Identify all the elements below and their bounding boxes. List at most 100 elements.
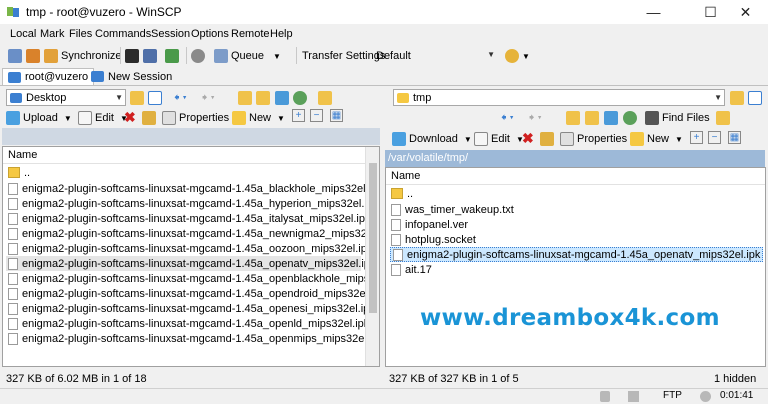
menu-local[interactable]: Local xyxy=(10,28,36,40)
right-open-folder-icon[interactable] xyxy=(730,89,744,107)
new-folder-icon xyxy=(630,132,644,146)
list-item-selected[interactable]: enigma2-plugin-softcams-linuxsat-mgcamd-… xyxy=(390,247,764,262)
transfer-options-icon[interactable]: ▼ xyxy=(505,47,530,65)
winscp-window: tmp - root@vuzero - WinSCP — ☐ ✕ Local M… xyxy=(0,0,768,404)
right-location-select[interactable]: tmp ▼ xyxy=(393,89,725,106)
left-rename-icon[interactable] xyxy=(142,109,156,127)
download-button[interactable]: Download ▼ xyxy=(392,130,472,148)
left-open-folder-icon[interactable] xyxy=(130,89,144,107)
find-files-button[interactable]: Find Files xyxy=(645,109,710,127)
open-session-icon[interactable] xyxy=(165,47,179,65)
right-rename-icon[interactable] xyxy=(540,130,554,148)
right-file-list[interactable]: Name .. was_timer_wakeup.txt infopanel.v… xyxy=(385,167,766,367)
left-invert-icon[interactable]: ▦ xyxy=(330,109,343,122)
right-parent-dir-icon[interactable] xyxy=(566,109,580,127)
left-edit-label: Edit xyxy=(95,112,114,124)
queue-button[interactable]: Queue ▼ xyxy=(214,47,281,65)
file-name: infopanel.ver xyxy=(405,218,468,231)
menu-remote[interactable]: Remote xyxy=(231,28,270,40)
binoculars-icon xyxy=(645,111,659,125)
left-properties-button[interactable]: Properties xyxy=(162,109,229,127)
right-delete-icon[interactable]: ✖ xyxy=(522,129,534,147)
tab-session[interactable]: root@vuzero xyxy=(2,68,95,85)
file-icon xyxy=(8,197,18,210)
right-forward-icon[interactable]: 🠺 ▾ xyxy=(529,109,542,127)
left-parent-dir-icon[interactable] xyxy=(238,89,252,107)
left-scrollbar[interactable] xyxy=(365,147,379,366)
left-back-icon[interactable]: 🠸 ▾ xyxy=(174,89,187,107)
right-new-button[interactable]: New ▼ xyxy=(630,130,683,148)
clock-icon xyxy=(700,391,711,402)
preferences-gear-icon[interactable] xyxy=(191,47,205,65)
left-find-icon[interactable] xyxy=(318,89,332,107)
left-unselect-icon[interactable]: − xyxy=(310,109,323,122)
file-name: was_timer_wakeup.txt xyxy=(405,203,514,216)
right-select-all-icon[interactable]: + xyxy=(690,131,703,144)
menu-commands[interactable]: Commands xyxy=(95,28,151,40)
right-home-icon[interactable] xyxy=(604,109,618,127)
list-item[interactable]: was_timer_wakeup.txt xyxy=(391,202,514,217)
left-new-button[interactable]: New ▼ xyxy=(232,109,285,127)
list-item[interactable]: ait.17 xyxy=(391,262,432,277)
right-find-icon[interactable] xyxy=(716,109,730,127)
putty-icon[interactable] xyxy=(143,47,157,65)
list-item[interactable]: infopanel.ver xyxy=(391,217,468,232)
left-filter-icon[interactable] xyxy=(148,89,162,107)
list-item[interactable]: enigma2-plugin-softcams-linuxsat-mgcamd-… xyxy=(8,241,372,256)
right-properties-label: Properties xyxy=(577,133,628,145)
title-bar: tmp - root@vuzero - WinSCP — ☐ ✕ xyxy=(0,0,768,24)
upload-button[interactable]: Upload ▼ xyxy=(6,109,72,127)
list-item[interactable]: enigma2-plugin-softcams-linuxsat-mgcamd-… xyxy=(8,196,378,211)
left-select-all-icon[interactable]: + xyxy=(292,109,305,122)
left-home-icon[interactable] xyxy=(275,89,289,107)
compare-directories-icon[interactable] xyxy=(8,47,22,65)
right-root-dir-icon[interactable] xyxy=(585,109,599,127)
close-button[interactable]: ✕ xyxy=(723,0,768,24)
menu-mark[interactable]: Mark xyxy=(40,28,64,40)
right-edit-button[interactable]: Edit ▼ xyxy=(474,130,524,148)
right-properties-button[interactable]: Properties xyxy=(560,130,627,148)
left-column-name[interactable]: Name xyxy=(3,147,379,164)
list-item[interactable]: .. xyxy=(391,186,413,201)
right-invert-icon[interactable]: ▦ xyxy=(728,131,741,144)
right-back-icon[interactable]: 🠸 ▾ xyxy=(501,109,514,127)
left-file-list[interactable]: Name .. enigma2-plugin-softcams-linuxsat… xyxy=(2,146,380,367)
right-column-name[interactable]: Name xyxy=(386,168,765,185)
list-item[interactable]: hotplug.socket xyxy=(391,232,476,247)
menu-options[interactable]: Options xyxy=(191,28,229,40)
transfer-settings-select[interactable]: Default ▼ xyxy=(373,47,497,64)
list-item[interactable]: .. xyxy=(8,165,30,180)
tab-new-session[interactable]: New Session xyxy=(86,68,177,85)
list-item[interactable]: enigma2-plugin-softcams-linuxsat-mgcamd-… xyxy=(8,316,369,331)
left-scrollbar-thumb[interactable] xyxy=(369,163,377,313)
left-edit-button[interactable]: Edit ▼ xyxy=(78,109,128,127)
connection-status-bar: FTP 0:01:41 xyxy=(0,388,768,404)
right-refresh-icon[interactable] xyxy=(623,109,637,127)
console-icon[interactable] xyxy=(125,47,139,65)
left-forward-icon[interactable]: 🠺 ▾ xyxy=(202,89,215,107)
file-name: enigma2-plugin-softcams-linuxsat-mgcamd-… xyxy=(22,272,380,285)
right-unselect-icon[interactable]: − xyxy=(708,131,721,144)
synchronize-browsing-icon[interactable] xyxy=(26,47,40,65)
menu-help[interactable]: Help xyxy=(270,28,293,40)
queue-dropdown-icon: ▼ xyxy=(273,51,281,61)
list-item[interactable]: enigma2-plugin-softcams-linuxsat-mgcamd-… xyxy=(8,271,380,286)
list-item[interactable]: enigma2-plugin-softcams-linuxsat-mgcamd-… xyxy=(8,226,379,241)
left-location-select[interactable]: Desktop ▼ xyxy=(6,89,126,106)
right-filter-icon[interactable] xyxy=(748,89,762,107)
menu-files[interactable]: Files xyxy=(69,28,92,40)
menu-session[interactable]: Session xyxy=(151,28,190,40)
list-item[interactable]: enigma2-plugin-softcams-linuxsat-mgcamd-… xyxy=(8,286,379,301)
list-item[interactable]: enigma2-plugin-softcams-linuxsat-mgcamd-… xyxy=(8,301,375,316)
list-item[interactable]: enigma2-plugin-softcams-linuxsat-mgcamd-… xyxy=(8,331,379,346)
list-item[interactable]: enigma2-plugin-softcams-linuxsat-mgcamd-… xyxy=(8,211,371,226)
left-root-dir-icon[interactable] xyxy=(256,89,270,107)
list-item-selected[interactable]: enigma2-plugin-softcams-linuxsat-mgcamd-… xyxy=(6,256,375,271)
right-path-bar[interactable]: /var/volatile/tmp/ xyxy=(385,150,765,167)
left-delete-icon[interactable]: ✖ xyxy=(124,108,136,126)
left-path-bar[interactable] xyxy=(2,128,380,145)
left-refresh-icon[interactable] xyxy=(293,89,307,107)
minimize-button[interactable]: — xyxy=(631,0,676,24)
synchronize-button[interactable]: Synchronize xyxy=(44,47,122,65)
list-item[interactable]: enigma2-plugin-softcams-linuxsat-mgcamd-… xyxy=(8,181,379,196)
